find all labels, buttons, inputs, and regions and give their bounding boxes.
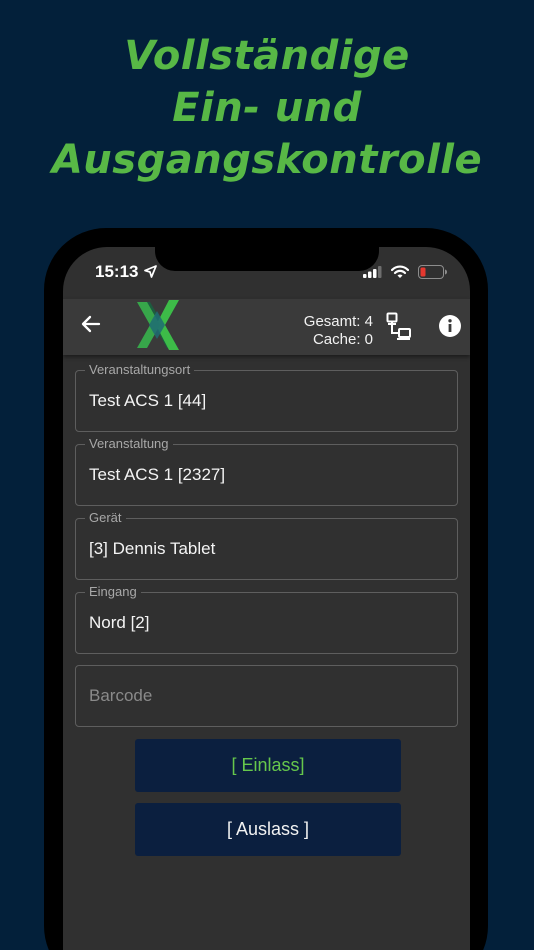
venue-field[interactable]: Veranstaltungsort Test ACS 1 [44] — [75, 362, 458, 432]
barcode-placeholder: Barcode — [89, 686, 153, 705]
back-arrow-icon[interactable] — [80, 313, 102, 335]
headline-line-3: Ausgangskontrolle — [51, 137, 483, 183]
auslass-button[interactable]: [ Auslass ] — [135, 803, 401, 856]
entrance-field[interactable]: Eingang Nord [2] — [75, 584, 458, 654]
device-field-value: [3] Dennis Tablet — [89, 539, 216, 558]
entrance-field-label: Eingang — [85, 584, 141, 600]
app-logo-icon — [137, 300, 179, 350]
status-time: 15:13 — [95, 262, 139, 281]
info-icon[interactable] — [438, 314, 462, 338]
app-bar: Gesamt: 4 Cache: 0 — [63, 299, 470, 355]
barcode-input[interactable]: Barcode — [75, 665, 458, 727]
device-field-label: Gerät — [85, 510, 126, 526]
headline-line-2: Ein- und — [172, 85, 362, 131]
wifi-icon — [391, 265, 409, 278]
battery-low-icon — [418, 265, 447, 279]
event-field-label: Veranstaltung — [85, 436, 173, 452]
cache-count: Cache: 0 — [312, 331, 373, 348]
phone-screen: 15:13 Gesamt: 4 Cache: 0 Veranstaltungso… — [63, 247, 470, 950]
event-field[interactable]: Veranstaltung Test ACS 1 [2327] — [75, 436, 458, 506]
venue-field-value: Test ACS 1 [44] — [89, 391, 207, 410]
venue-field-label: Veranstaltungsort — [85, 362, 195, 378]
headline: Vollständige Ein- und Ausgangskontrolle — [0, 30, 534, 186]
device-field[interactable]: Gerät [3] Dennis Tablet — [75, 510, 458, 580]
phone-notch — [155, 247, 379, 271]
location-arrow-icon — [144, 265, 157, 278]
total-count: Gesamt: 4 — [303, 313, 373, 330]
entrance-field-value: Nord [2] — [89, 613, 150, 632]
headline-line-1: Vollständige — [124, 33, 410, 79]
counter-display: Gesamt: 4 Cache: 0 — [304, 313, 373, 349]
einlass-button[interactable]: [ Einlass] — [135, 739, 401, 792]
network-sync-icon[interactable] — [386, 312, 412, 340]
event-field-value: Test ACS 1 [2327] — [89, 465, 226, 484]
